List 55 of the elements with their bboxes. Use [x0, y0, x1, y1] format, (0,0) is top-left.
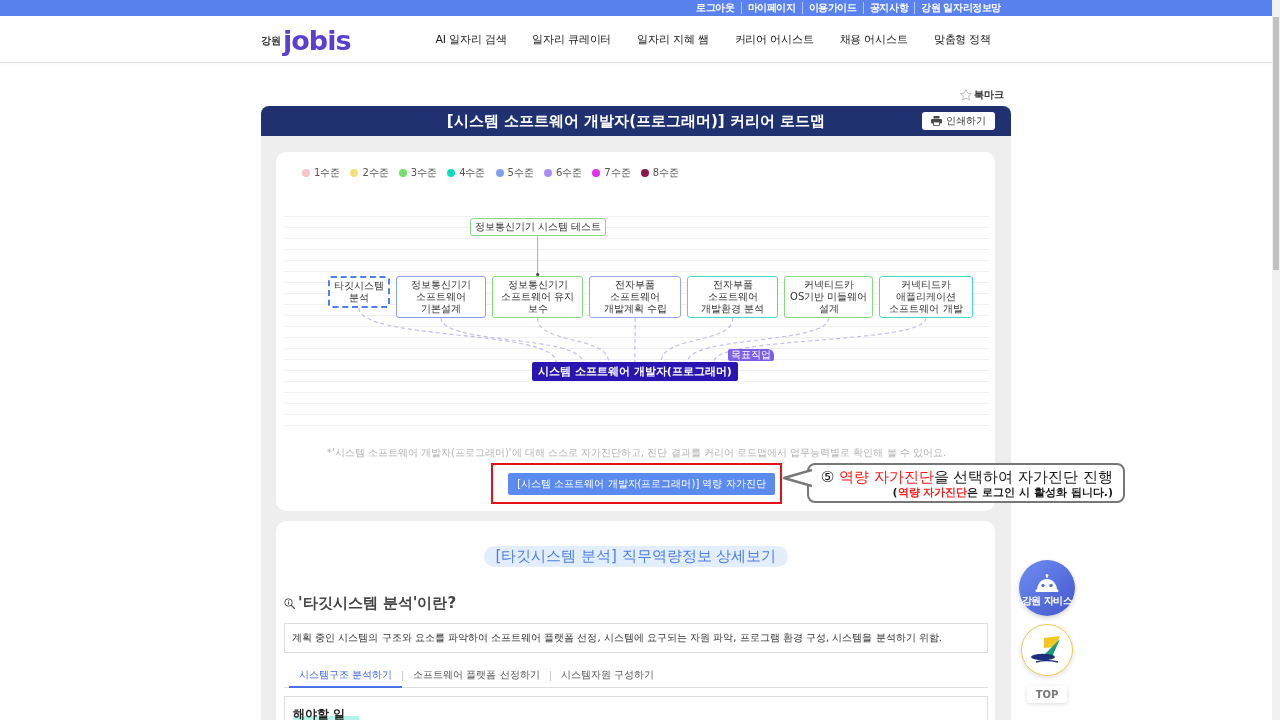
connector-line	[634, 317, 636, 363]
robot-icon	[1035, 573, 1059, 592]
nav-link[interactable]: AI 일자리 검색	[435, 31, 507, 47]
legend-label: 8수준	[652, 166, 679, 180]
roadmap-node[interactable]: 전자부품 소프트웨어 개발계획 수립	[589, 276, 681, 318]
tab[interactable]: 시스템자원 구성하기	[550, 664, 664, 688]
legend-label: 2수준	[362, 166, 389, 180]
nav-link[interactable]: 채용 어시스트	[839, 31, 908, 47]
utility-link[interactable]: 강원 일자리정보망	[914, 2, 1007, 14]
logo-wordmark[interactable]: jobis	[283, 26, 351, 56]
section-heading: [타깃시스템 분석] 직무역량정보 상세보기	[484, 546, 788, 567]
target-job-node[interactable]: 시스템 소프트웨어 개발자(프로그래머)	[532, 362, 738, 381]
legend-label: 1수준	[314, 166, 341, 180]
tab[interactable]: 소프트웨어 플랫폼 선정하기	[403, 664, 550, 688]
goal-tag: 목표직업	[728, 349, 774, 361]
question-heading: '타깃시스템 분석'이란?	[298, 593, 457, 613]
hint-text: *'시스템 소프트웨어 개발자(프로그래머)'에 대해 스스로 자가진단하고, 진단 결과를 커리어 로드맵에서 업무능력별로 확인해 볼 수 있어요.	[325, 447, 948, 459]
roadmap-node[interactable]: 정보통신기기 소프트웨어 기본설계	[396, 276, 486, 318]
callout-note: (역량 자가진단은 로그인 시 활성화 됩니다.)	[891, 485, 1113, 500]
scrollbar[interactable]	[1272, 0, 1280, 720]
legend-label: 4수준	[459, 166, 486, 180]
star-icon	[960, 89, 972, 101]
legend-label: 6수준	[555, 166, 583, 180]
nav-link[interactable]: 맞춤형 정책	[933, 31, 991, 47]
legend-label: 7수준	[604, 166, 631, 180]
roadmap-node[interactable]: 커넥티드카 애플리케이션 소프트웨어 개발	[879, 276, 973, 318]
scrollbar-thumb[interactable]	[1273, 17, 1279, 270]
task-title: 해야할 일	[293, 707, 360, 720]
assistant-button[interactable]: 강원 자비스	[1019, 560, 1075, 616]
magnifier-icon	[284, 597, 295, 609]
printer-icon	[931, 116, 942, 126]
connector-line	[536, 235, 540, 276]
top-button[interactable]: TOP	[1027, 686, 1067, 703]
logo-region[interactable]: 강원	[261, 34, 281, 48]
nav-link[interactable]: 커리어 어시스트	[734, 31, 814, 47]
bookmark-button[interactable]: 북마크	[960, 88, 1004, 102]
tab[interactable]: 시스템구조 분석하기	[289, 664, 403, 688]
legend-label: 5수준	[507, 166, 534, 180]
emblem-logo-icon[interactable]	[1021, 624, 1073, 676]
callout-text: ⑤ 역량 자가진단을 선택하여 자가진단 진행	[820, 467, 1113, 486]
roadmap-node[interactable]: 전자부품 소프트웨어 개발환경 분석	[686, 276, 779, 318]
nav-link[interactable]: 일자리 큐레이터	[532, 31, 612, 47]
utility-link[interactable]: 로그아웃	[690, 2, 741, 14]
definition-text: 계획 중인 시스템의 구조와 요소를 파악하여 소프트웨어 플랫폼 선정, 시스템에 요구되는 자원 파악, 프로그램 환경 구성, 시스템을 분석하기 위함.	[292, 631, 943, 645]
roadmap-node[interactable]: 커넥티드카 OS기반 미들웨어 설계	[784, 276, 873, 318]
utility-link[interactable]: 이용가이드	[801, 2, 863, 14]
print-button[interactable]: 인쇄하기	[922, 112, 995, 130]
roadmap-node[interactable]: 타깃시스템 분석	[328, 276, 390, 308]
roadmap-node[interactable]: 정보통신기기 시스템 테스트	[470, 218, 607, 236]
legend-label: 3수준	[410, 166, 438, 180]
utility-link[interactable]: 마이페이지	[740, 2, 802, 14]
nav-link[interactable]: 일자리 지혜 쌤	[637, 31, 709, 47]
utility-link[interactable]: 공지사항	[862, 2, 915, 14]
roadmap-node[interactable]: 정보통신기기 소프트웨어 유지 보수	[491, 276, 584, 318]
page-title: [시스템 소프트웨어 개발자(프로그래머)] 커리어 로드맵	[446, 111, 826, 131]
